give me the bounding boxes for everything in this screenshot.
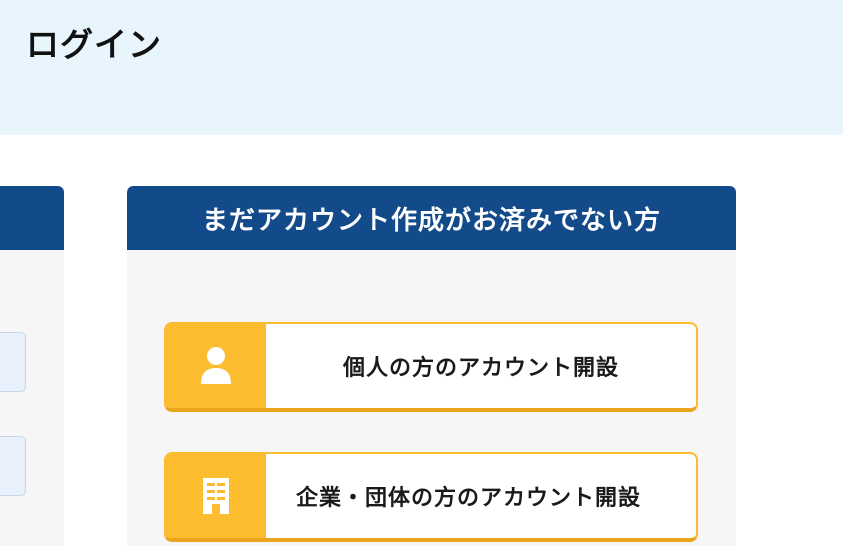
individual-account-button[interactable]: 個人の方のアカウント開設 [164,322,698,412]
password-input[interactable] [0,436,26,496]
login-panel-header [0,186,64,250]
page-header: ログイン [0,0,843,135]
login-id-input[interactable] [0,332,26,392]
corporate-account-label: 企業・団体の方のアカウント開設 [296,486,642,511]
login-panel [0,186,64,546]
signup-panel: まだアカウント作成がお済みでない方 個人の方のアカウント開設 企業・団体の方のア… [127,186,736,546]
individual-icon-box [166,324,266,408]
individual-account-label: 個人の方のアカウント開設 [342,356,619,381]
corporate-icon-box [166,454,266,538]
corporate-account-button[interactable]: 企業・団体の方のアカウント開設 [164,452,698,542]
page-title: ログイン [26,25,162,64]
signup-panel-title: まだアカウント作成がお済みでない方 [127,186,736,250]
person-icon [201,347,231,384]
building-icon [203,478,229,514]
